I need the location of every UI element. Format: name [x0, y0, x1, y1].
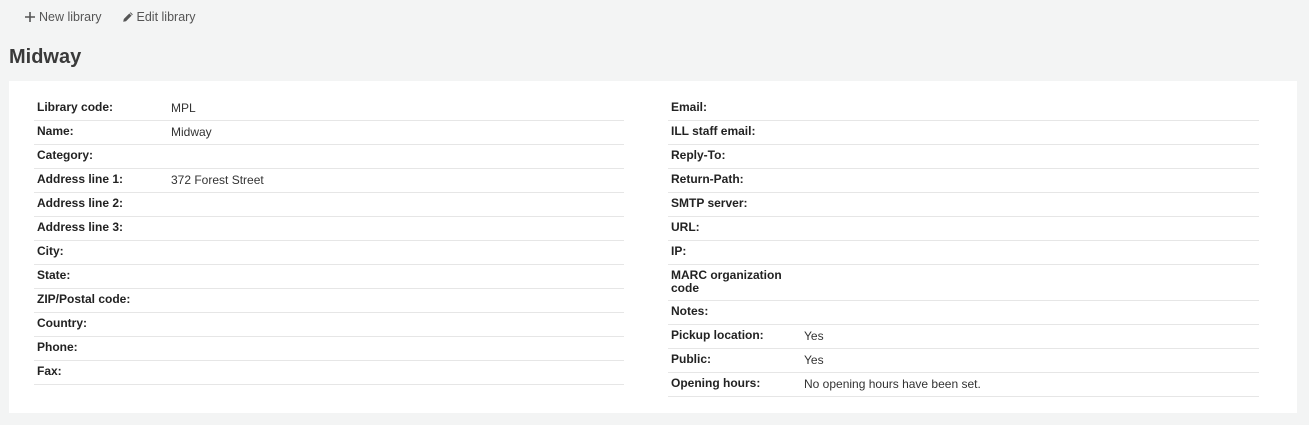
field-label: ZIP/Postal code:: [37, 292, 131, 306]
field-label: SMTP server:: [671, 196, 748, 210]
field-label: Address line 1:: [37, 172, 124, 186]
field-public: Public: Yes: [668, 349, 1259, 373]
field-label: Public:: [671, 352, 712, 366]
page-title: Midway: [9, 46, 82, 68]
field-ip: IP:: [668, 241, 1259, 265]
field-value: Yes: [804, 329, 824, 343]
field-label: Category:: [37, 148, 94, 162]
field-label: Name:: [37, 124, 74, 138]
field-opening-hours: Opening hours: No opening hours have bee…: [668, 373, 1259, 397]
field-phone: Phone:: [34, 337, 624, 361]
field-ill-staff-email: ILL staff email:: [668, 121, 1259, 145]
field-category: Category:: [34, 145, 624, 169]
field-library-code: Library code: MPL: [34, 97, 624, 121]
field-label: City:: [37, 244, 64, 258]
new-library-button[interactable]: New library: [14, 6, 112, 28]
field-value: No opening hours have been set.: [804, 377, 981, 391]
field-notes: Notes:: [668, 301, 1259, 325]
field-label: Address line 3:: [37, 220, 124, 234]
field-label: Pickup location:: [671, 328, 764, 342]
plus-icon: [24, 11, 36, 23]
field-label: Opening hours:: [671, 376, 761, 390]
field-label: ILL staff email:: [671, 124, 756, 138]
field-reply-to: Reply-To:: [668, 145, 1259, 169]
field-value: Midway: [171, 125, 212, 139]
field-zip-postal-code: ZIP/Postal code:: [34, 289, 624, 313]
field-city: City:: [34, 241, 624, 265]
field-label: Library code:: [37, 100, 114, 114]
field-address-line-3: Address line 3:: [34, 217, 624, 241]
edit-library-button[interactable]: Edit library: [112, 6, 206, 28]
field-return-path: Return-Path:: [668, 169, 1259, 193]
field-value: MPL: [171, 101, 196, 115]
field-value: 372 Forest Street: [171, 173, 264, 187]
field-label: Country:: [37, 316, 87, 330]
library-details-right-column: Email: ILL staff email: Reply-To: Return…: [668, 97, 1259, 397]
new-library-label: New library: [39, 10, 102, 24]
field-label: Email:: [671, 100, 708, 114]
field-label: State:: [37, 268, 71, 282]
field-smtp-server: SMTP server:: [668, 193, 1259, 217]
field-label: Notes:: [671, 304, 709, 318]
field-label: Phone:: [37, 340, 78, 354]
field-email: Email:: [668, 97, 1259, 121]
field-label: Address line 2:: [37, 196, 124, 210]
edit-library-label: Edit library: [136, 10, 196, 24]
field-value: Yes: [804, 353, 824, 367]
field-label: Reply-To:: [671, 148, 726, 162]
field-address-line-1: Address line 1: 372 Forest Street: [34, 169, 624, 193]
field-state: State:: [34, 265, 624, 289]
field-label: URL:: [671, 220, 700, 234]
field-address-line-2: Address line 2:: [34, 193, 624, 217]
field-pickup-location: Pickup location: Yes: [668, 325, 1259, 349]
field-fax: Fax:: [34, 361, 624, 385]
toolbar: New library Edit library: [14, 6, 206, 28]
field-url: URL:: [668, 217, 1259, 241]
field-country: Country:: [34, 313, 624, 337]
field-label: Fax:: [37, 364, 62, 378]
field-marc-organization-code: MARC organization code: [668, 265, 1259, 301]
pencil-icon: [122, 11, 134, 23]
field-name: Name: Midway: [34, 121, 624, 145]
field-label: IP:: [671, 244, 687, 258]
library-details-left-column: Library code: MPL Name: Midway Category:…: [34, 97, 624, 385]
library-details-panel: Library code: MPL Name: Midway Category:…: [9, 81, 1297, 413]
field-label: MARC organization code: [671, 268, 782, 295]
field-label: Return-Path:: [671, 172, 744, 186]
